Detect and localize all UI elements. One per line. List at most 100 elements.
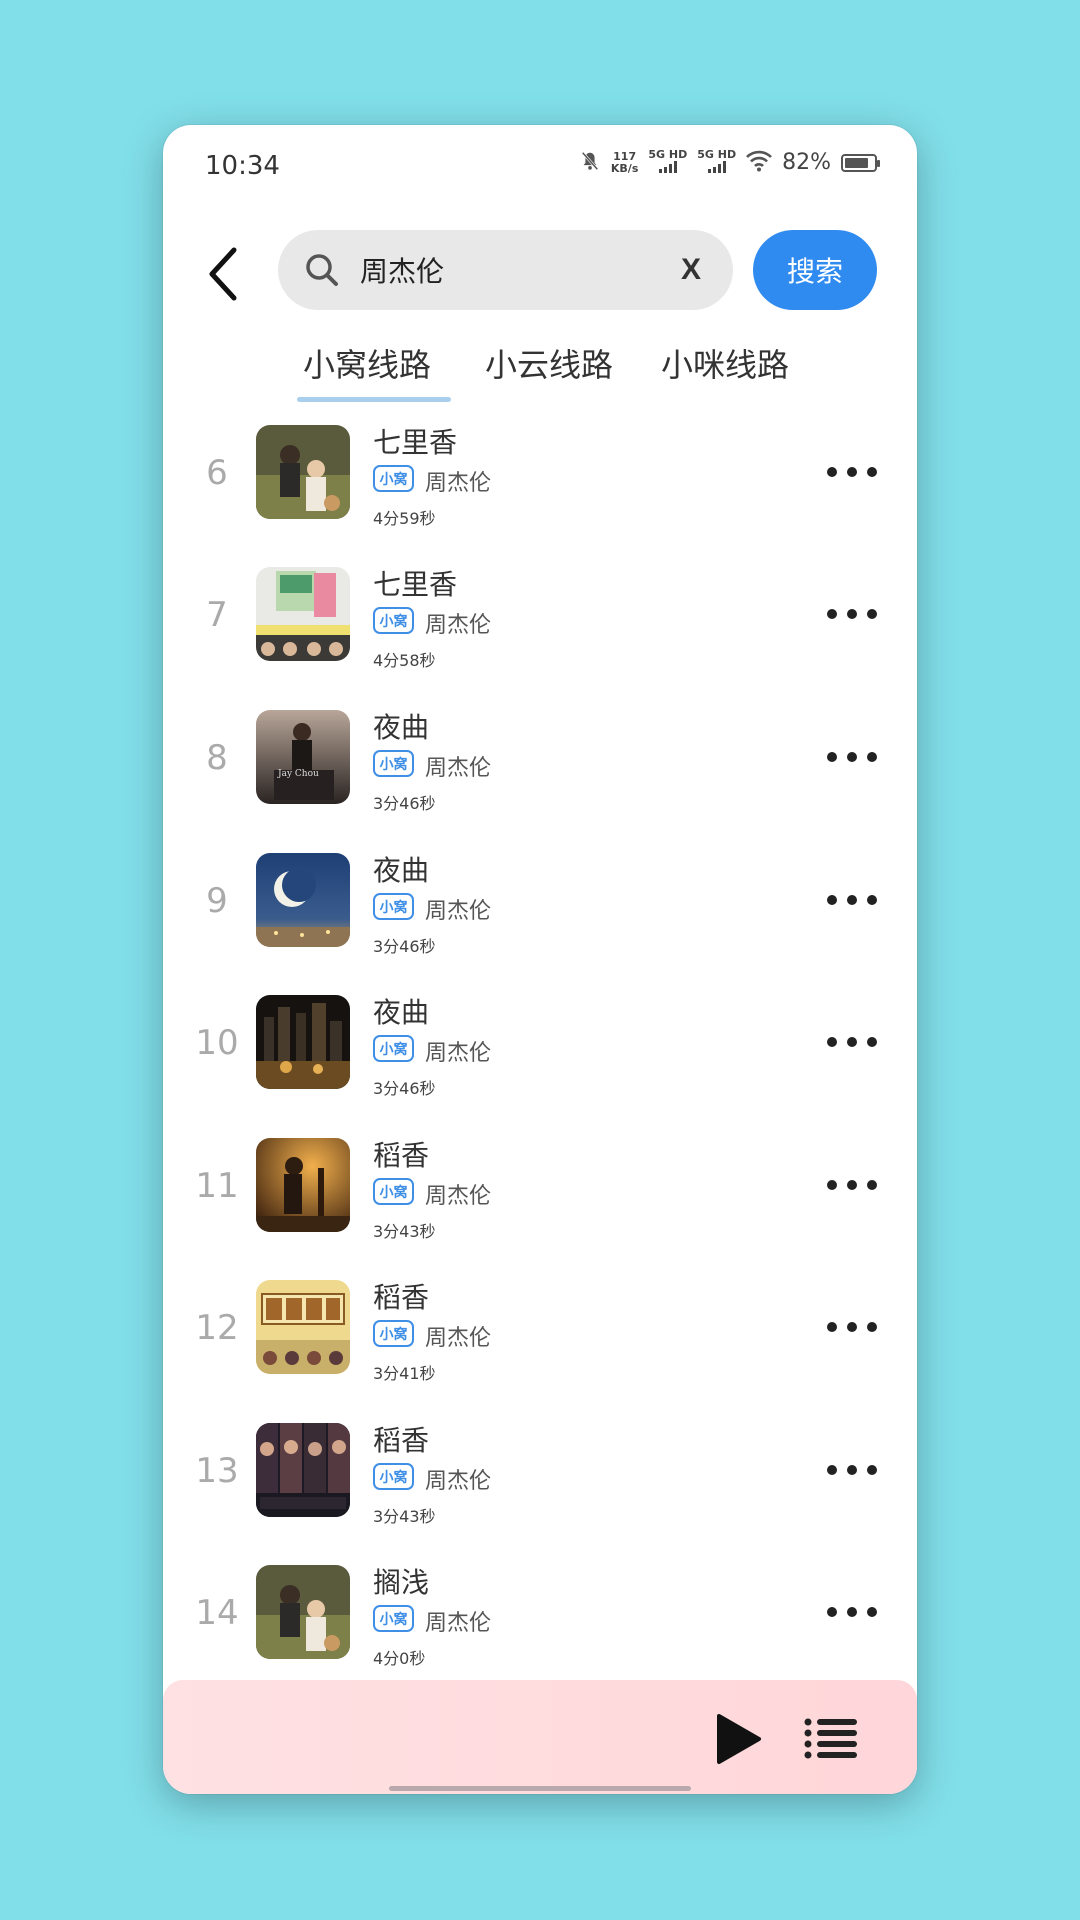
tab-xiaomi[interactable]: 小咪线路	[661, 340, 789, 400]
song-title: 夜曲	[373, 854, 430, 887]
back-arrow-icon	[209, 247, 237, 301]
playlist-icon	[804, 1718, 857, 1759]
search-button[interactable]: 搜索	[753, 230, 877, 310]
song-title: 夜曲	[373, 996, 430, 1029]
song-title: 七里香	[373, 568, 458, 601]
song-row[interactable]: 7 七里香 小窝 周杰伦 4分58秒	[163, 567, 917, 709]
album-cover	[256, 1565, 350, 1659]
source-badge: 小窝	[373, 465, 414, 492]
playlist-button[interactable]	[803, 1716, 859, 1760]
album-cover	[256, 1423, 350, 1517]
source-badge: 小窝	[373, 1035, 414, 1062]
more-options-button[interactable]	[827, 597, 877, 631]
song-index: 8	[206, 738, 228, 778]
phone-screen: 10:34 117 KB/s 5G HD 5G HD 82% 周杰伦 X 搜索 …	[163, 125, 917, 1794]
signal-bars-icon	[707, 161, 726, 173]
song-title: 稻香	[373, 1424, 430, 1457]
tab-xiaowo[interactable]: 小窝线路	[303, 340, 431, 400]
album-cover	[256, 1280, 350, 1374]
song-index: 13	[195, 1451, 239, 1491]
back-button[interactable]	[199, 243, 247, 305]
song-title: 七里香	[373, 426, 458, 459]
status-time: 10:34	[205, 151, 280, 181]
song-row[interactable]: 9 夜曲 小窝 周杰伦 3分46秒	[163, 853, 917, 995]
sim1-signal: 5G HD	[648, 149, 687, 176]
clear-search-button[interactable]: X	[669, 248, 713, 292]
song-index: 7	[206, 595, 228, 635]
source-badge: 小窝	[373, 1178, 414, 1205]
song-artist: 周杰伦	[425, 1184, 492, 1209]
signal-bars-icon	[658, 161, 677, 173]
song-duration: 3分46秒	[373, 937, 436, 956]
album-cover	[256, 995, 350, 1089]
mute-bell-icon	[579, 150, 601, 176]
song-index: 9	[206, 881, 228, 921]
status-bar: 10:34 117 KB/s 5G HD 5G HD 82%	[163, 125, 917, 209]
battery-icon	[841, 153, 880, 172]
more-dots-icon	[827, 609, 837, 619]
svg-text:Jay Chou: Jay Chou	[277, 769, 319, 779]
album-cover: Jay Chou	[256, 710, 350, 804]
more-dots-icon	[827, 1465, 837, 1475]
more-options-button[interactable]	[827, 1025, 877, 1059]
song-row[interactable]: 13 稻香 小窝 周杰伦 3分43秒	[163, 1423, 917, 1565]
more-options-button[interactable]	[827, 455, 877, 489]
song-row[interactable]: 12 稻香 小窝 周杰伦 3分41秒	[163, 1280, 917, 1422]
song-duration: 4分59秒	[373, 509, 436, 528]
more-options-button[interactable]	[827, 883, 877, 917]
album-cover	[256, 853, 350, 947]
song-duration: 3分46秒	[373, 794, 436, 813]
sim2-label: 5G HD	[697, 148, 737, 161]
song-duration: 3分43秒	[373, 1222, 436, 1241]
search-box[interactable]: X	[278, 230, 733, 310]
song-artist: 周杰伦	[425, 613, 492, 638]
wifi-icon	[746, 150, 773, 176]
source-badge: 小窝	[373, 893, 414, 920]
source-badge: 小窝	[373, 1605, 414, 1632]
more-options-button[interactable]	[827, 1310, 877, 1344]
song-duration: 3分43秒	[373, 1507, 436, 1526]
album-cover	[256, 1138, 350, 1232]
play-button[interactable]	[713, 1712, 763, 1766]
more-options-button[interactable]	[827, 1595, 877, 1629]
more-options-button[interactable]	[827, 1453, 877, 1487]
song-artist: 周杰伦	[425, 1611, 492, 1636]
song-title: 搁浅	[373, 1566, 430, 1599]
song-duration: 4分58秒	[373, 651, 436, 670]
song-artist: 周杰伦	[425, 471, 492, 496]
active-tab-indicator	[297, 397, 451, 402]
source-badge: 小窝	[373, 607, 414, 634]
song-artist: 周杰伦	[425, 899, 492, 924]
song-title: 夜曲	[373, 711, 430, 744]
sim2-signal: 5G HD	[697, 149, 736, 176]
song-artist: 周杰伦	[425, 756, 492, 781]
album-cover	[256, 425, 350, 519]
song-title: 稻香	[373, 1281, 430, 1314]
more-options-button[interactable]	[827, 1168, 877, 1202]
more-dots-icon	[827, 467, 837, 477]
net-speed-unit: KB/s	[610, 161, 639, 175]
song-index: 14	[195, 1593, 239, 1633]
song-title: 稻香	[373, 1139, 430, 1172]
mini-player-bar[interactable]	[163, 1680, 917, 1794]
song-index: 10	[195, 1023, 239, 1063]
tab-xiaoyun[interactable]: 小云线路	[485, 340, 613, 400]
search-input[interactable]	[360, 230, 660, 310]
song-artist: 周杰伦	[425, 1041, 492, 1066]
play-icon	[717, 1714, 761, 1764]
album-cover	[256, 567, 350, 661]
home-indicator[interactable]	[389, 1786, 691, 1791]
song-row[interactable]: 6 七里香 小窝 周杰伦 4分59秒	[163, 425, 917, 567]
more-dots-icon	[827, 1180, 837, 1190]
more-dots-icon	[827, 752, 837, 762]
song-row[interactable]: 11 稻香 小窝 周杰伦 3分43秒	[163, 1138, 917, 1280]
source-badge: 小窝	[373, 1320, 414, 1347]
song-duration: 3分46秒	[373, 1079, 436, 1098]
source-badge: 小窝	[373, 1463, 414, 1490]
more-options-button[interactable]	[827, 740, 877, 774]
battery-percent: 82%	[782, 150, 831, 175]
song-row[interactable]: 10 夜曲 小窝 周杰伦 3分46秒	[163, 995, 917, 1137]
song-row[interactable]: 8 Jay Chou 夜曲 小窝 周杰伦 3分46秒	[163, 710, 917, 852]
status-icons: 117 KB/s 5G HD 5G HD 82%	[579, 149, 880, 176]
more-dots-icon	[827, 895, 837, 905]
